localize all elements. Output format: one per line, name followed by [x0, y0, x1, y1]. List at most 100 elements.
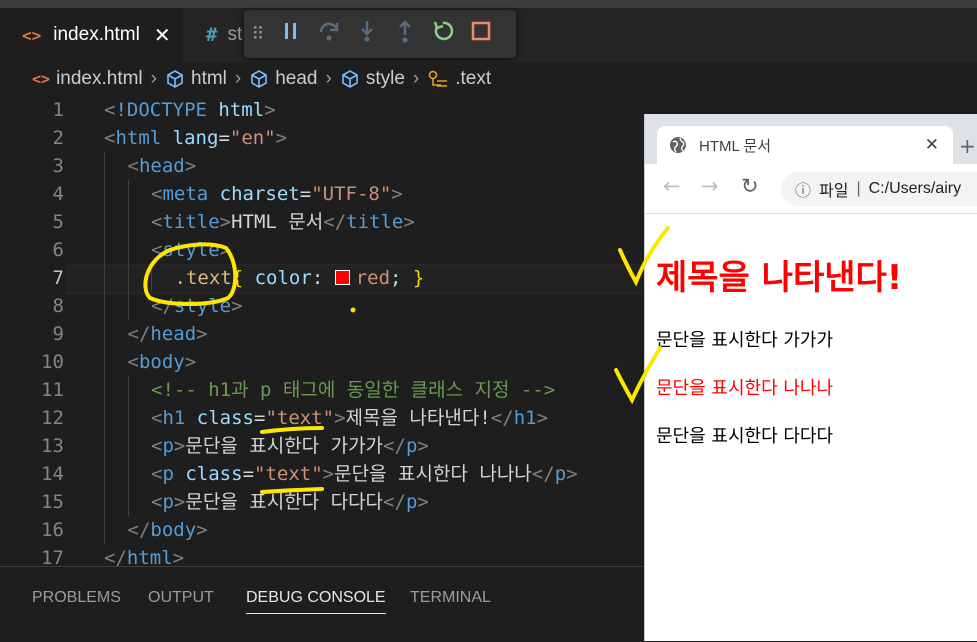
- tab-index-html[interactable]: <> index.html ✕: [0, 8, 183, 62]
- forward-arrow-icon[interactable]: →: [701, 174, 719, 198]
- debug-toolbar: ⠿: [244, 10, 516, 58]
- code-token: >: [184, 155, 197, 177]
- breadcrumb-item-style[interactable]: style: [340, 68, 405, 90]
- pause-icon: [285, 23, 296, 39]
- tab-problems[interactable]: PROBLEMS: [32, 589, 121, 607]
- code-token: </: [151, 295, 174, 317]
- code-token: lang: [172, 127, 219, 149]
- code-token: <: [151, 463, 163, 485]
- code-token: "text": [265, 407, 335, 429]
- code-token: >: [173, 491, 186, 513]
- code-token: >: [264, 99, 276, 121]
- code-token: <: [151, 211, 163, 233]
- code-token: meta: [162, 183, 209, 205]
- indent-guide: [127, 376, 129, 404]
- step-out-button[interactable]: [386, 19, 424, 49]
- code-token: p: [405, 491, 418, 513]
- code-text: </html>: [104, 544, 184, 566]
- code-text: </style>: [151, 292, 243, 320]
- code-token: >: [219, 211, 232, 233]
- drag-handle-icon[interactable]: ⠿: [244, 24, 272, 45]
- new-tab-icon[interactable]: +: [959, 134, 976, 158]
- code-token: =: [254, 407, 266, 429]
- code-token: =: [299, 183, 312, 205]
- breadcrumb-item-html[interactable]: html: [165, 68, 227, 90]
- code-text: </head>: [128, 320, 208, 348]
- code-text: <title>HTML 문서</title>: [151, 208, 415, 236]
- code-token: HTML 문서: [231, 211, 324, 233]
- breadcrumb-label: head: [275, 68, 318, 89]
- html-file-icon: <>: [22, 25, 42, 45]
- code-token: <: [151, 183, 163, 205]
- reload-icon[interactable]: ↻: [741, 174, 759, 198]
- code-token: >: [417, 491, 429, 513]
- stop-button[interactable]: [462, 21, 500, 47]
- line-number: 10: [41, 351, 64, 373]
- code-token: "en": [229, 127, 276, 149]
- browser-tab[interactable]: HTML 문서 ✕: [657, 126, 953, 164]
- code-token: </: [127, 519, 151, 541]
- code-token: <: [151, 239, 163, 261]
- close-icon[interactable]: ✕: [154, 23, 171, 48]
- restart-button[interactable]: [424, 20, 462, 48]
- indent-guide: [104, 376, 105, 404]
- code-token: </: [531, 463, 555, 485]
- step-into-icon: [361, 21, 373, 42]
- color-swatch[interactable]: [334, 270, 350, 285]
- tab-label: index.html: [53, 24, 140, 45]
- step-over-button[interactable]: [310, 20, 348, 48]
- code-token: {: [231, 267, 244, 289]
- code-token: <: [104, 127, 116, 149]
- breadcrumb-item-head[interactable]: head: [249, 68, 318, 90]
- code-token: p: [162, 463, 174, 485]
- line-number: 8: [52, 295, 64, 317]
- step-out-icon: [399, 20, 411, 43]
- code-token: >: [184, 351, 197, 373]
- pause-button[interactable]: [272, 21, 310, 47]
- tab-stylesheet[interactable]: # st: [190, 8, 250, 62]
- code-token: </: [383, 435, 406, 457]
- code-text: <p>문단을 표시한다 다다다</p>: [151, 488, 429, 516]
- line-number: 3: [52, 155, 64, 177]
- address-bar[interactable]: ⓘ 파일 | C:/Users/airy: [781, 172, 977, 206]
- breadcrumb-item-file[interactable]: <> index.html: [32, 68, 143, 90]
- back-arrow-icon[interactable]: ←: [663, 174, 681, 198]
- code-token: charset: [219, 183, 300, 205]
- breadcrumb-label: style: [365, 68, 405, 89]
- indent-guide: [127, 264, 129, 292]
- code-token: </: [104, 547, 127, 566]
- tab-output[interactable]: OUTPUT: [148, 589, 214, 607]
- code-token: p: [405, 435, 418, 457]
- code-token: ;: [390, 267, 413, 289]
- info-icon[interactable]: ⓘ: [795, 177, 811, 201]
- address-label: 파일: [819, 183, 849, 200]
- rendered-page: 제목을 나타낸다! 문단을 표시한다 가가가 문단을 표시한다 나나나 문단을 …: [645, 214, 977, 641]
- indent-guide: [127, 180, 129, 208]
- address-text: C:/Users/airy: [868, 180, 962, 197]
- tab-terminal[interactable]: TERMINAL: [410, 589, 491, 607]
- code-token: <: [127, 155, 139, 177]
- tab-debug-console[interactable]: DEBUG CONSOLE: [246, 589, 386, 614]
- code-token: html: [126, 547, 173, 566]
- indent-guide: [127, 432, 129, 460]
- close-icon[interactable]: ✕: [925, 135, 939, 155]
- code-token: style: [162, 239, 220, 261]
- breadcrumb-item-selector[interactable]: .text: [427, 68, 491, 90]
- code-token: </: [323, 211, 347, 233]
- line-number: 17: [41, 547, 64, 566]
- step-into-button[interactable]: [348, 19, 386, 49]
- stop-icon: [471, 21, 491, 41]
- indent-guide: [104, 460, 105, 488]
- code-token: 문단을 표시한다 다다다: [185, 491, 384, 513]
- code-token: body: [138, 351, 185, 373]
- code-text: <p>문단을 표시한다 가가가</p>: [151, 432, 429, 460]
- indent-guide: [151, 264, 152, 292]
- code-token: <: [104, 99, 116, 121]
- browser-window: HTML 문서 ✕ + ← → ↻ ⓘ 파일 | C:/Users/airy 제…: [644, 114, 977, 641]
- indent-guide: [104, 488, 105, 516]
- code-token: p: [162, 435, 174, 457]
- code-token: style: [173, 295, 232, 317]
